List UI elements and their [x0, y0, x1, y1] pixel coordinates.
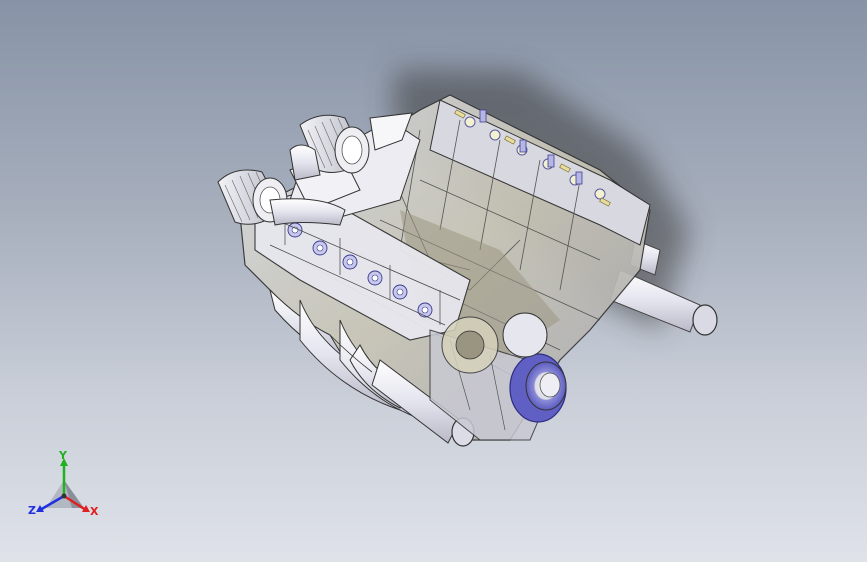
x-axis-label: X [90, 505, 99, 518]
y-axis-label: Y [59, 449, 67, 462]
z-axis-label: Z [28, 504, 36, 517]
triad-origin [61, 493, 67, 499]
crank-pulley [509, 353, 567, 423]
view-orientation-triad: Y Z X [28, 450, 102, 520]
engine-model[interactable] [0, 0, 867, 562]
graphics-viewport[interactable]: Y Z X [0, 0, 867, 562]
